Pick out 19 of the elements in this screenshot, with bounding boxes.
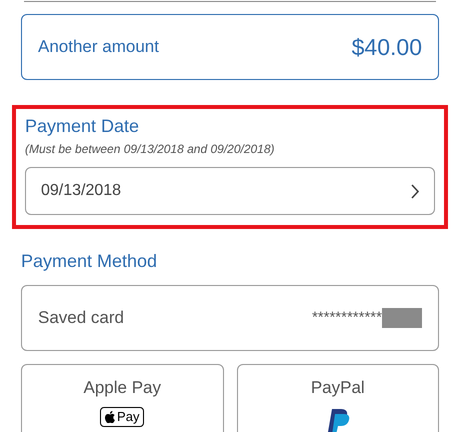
masked-card-number: ************ bbox=[312, 308, 382, 328]
payment-option[interactable]: Apple Pay Pay bbox=[21, 364, 224, 432]
payment-option-label: PayPal bbox=[310, 377, 365, 399]
badge-text: Pay bbox=[117, 410, 140, 423]
chevron-right-icon bbox=[411, 184, 420, 198]
saved-card-label: Saved card bbox=[38, 307, 124, 330]
date-value: 09/13/2018 bbox=[41, 181, 122, 201]
section-title: Payment Method bbox=[21, 250, 158, 273]
redacted-block bbox=[382, 308, 422, 328]
date-range-note: (Must be between 09/13/2018 and 09/20/2018) bbox=[25, 141, 276, 158]
saved-card-option[interactable]: Saved card ************ bbox=[21, 285, 439, 351]
section-title: Payment Date bbox=[25, 115, 140, 138]
amount-label: Another amount bbox=[38, 36, 159, 58]
date-field[interactable]: 09/13/2018 bbox=[25, 167, 435, 215]
payment-option-label: Apple Pay bbox=[84, 377, 161, 399]
amount-value: $40.00 bbox=[352, 32, 422, 62]
apple-icon bbox=[105, 410, 116, 422]
payment-option[interactable]: PayPal bbox=[236, 364, 439, 432]
amount-option[interactable]: Another amount $40.00 bbox=[21, 14, 439, 80]
